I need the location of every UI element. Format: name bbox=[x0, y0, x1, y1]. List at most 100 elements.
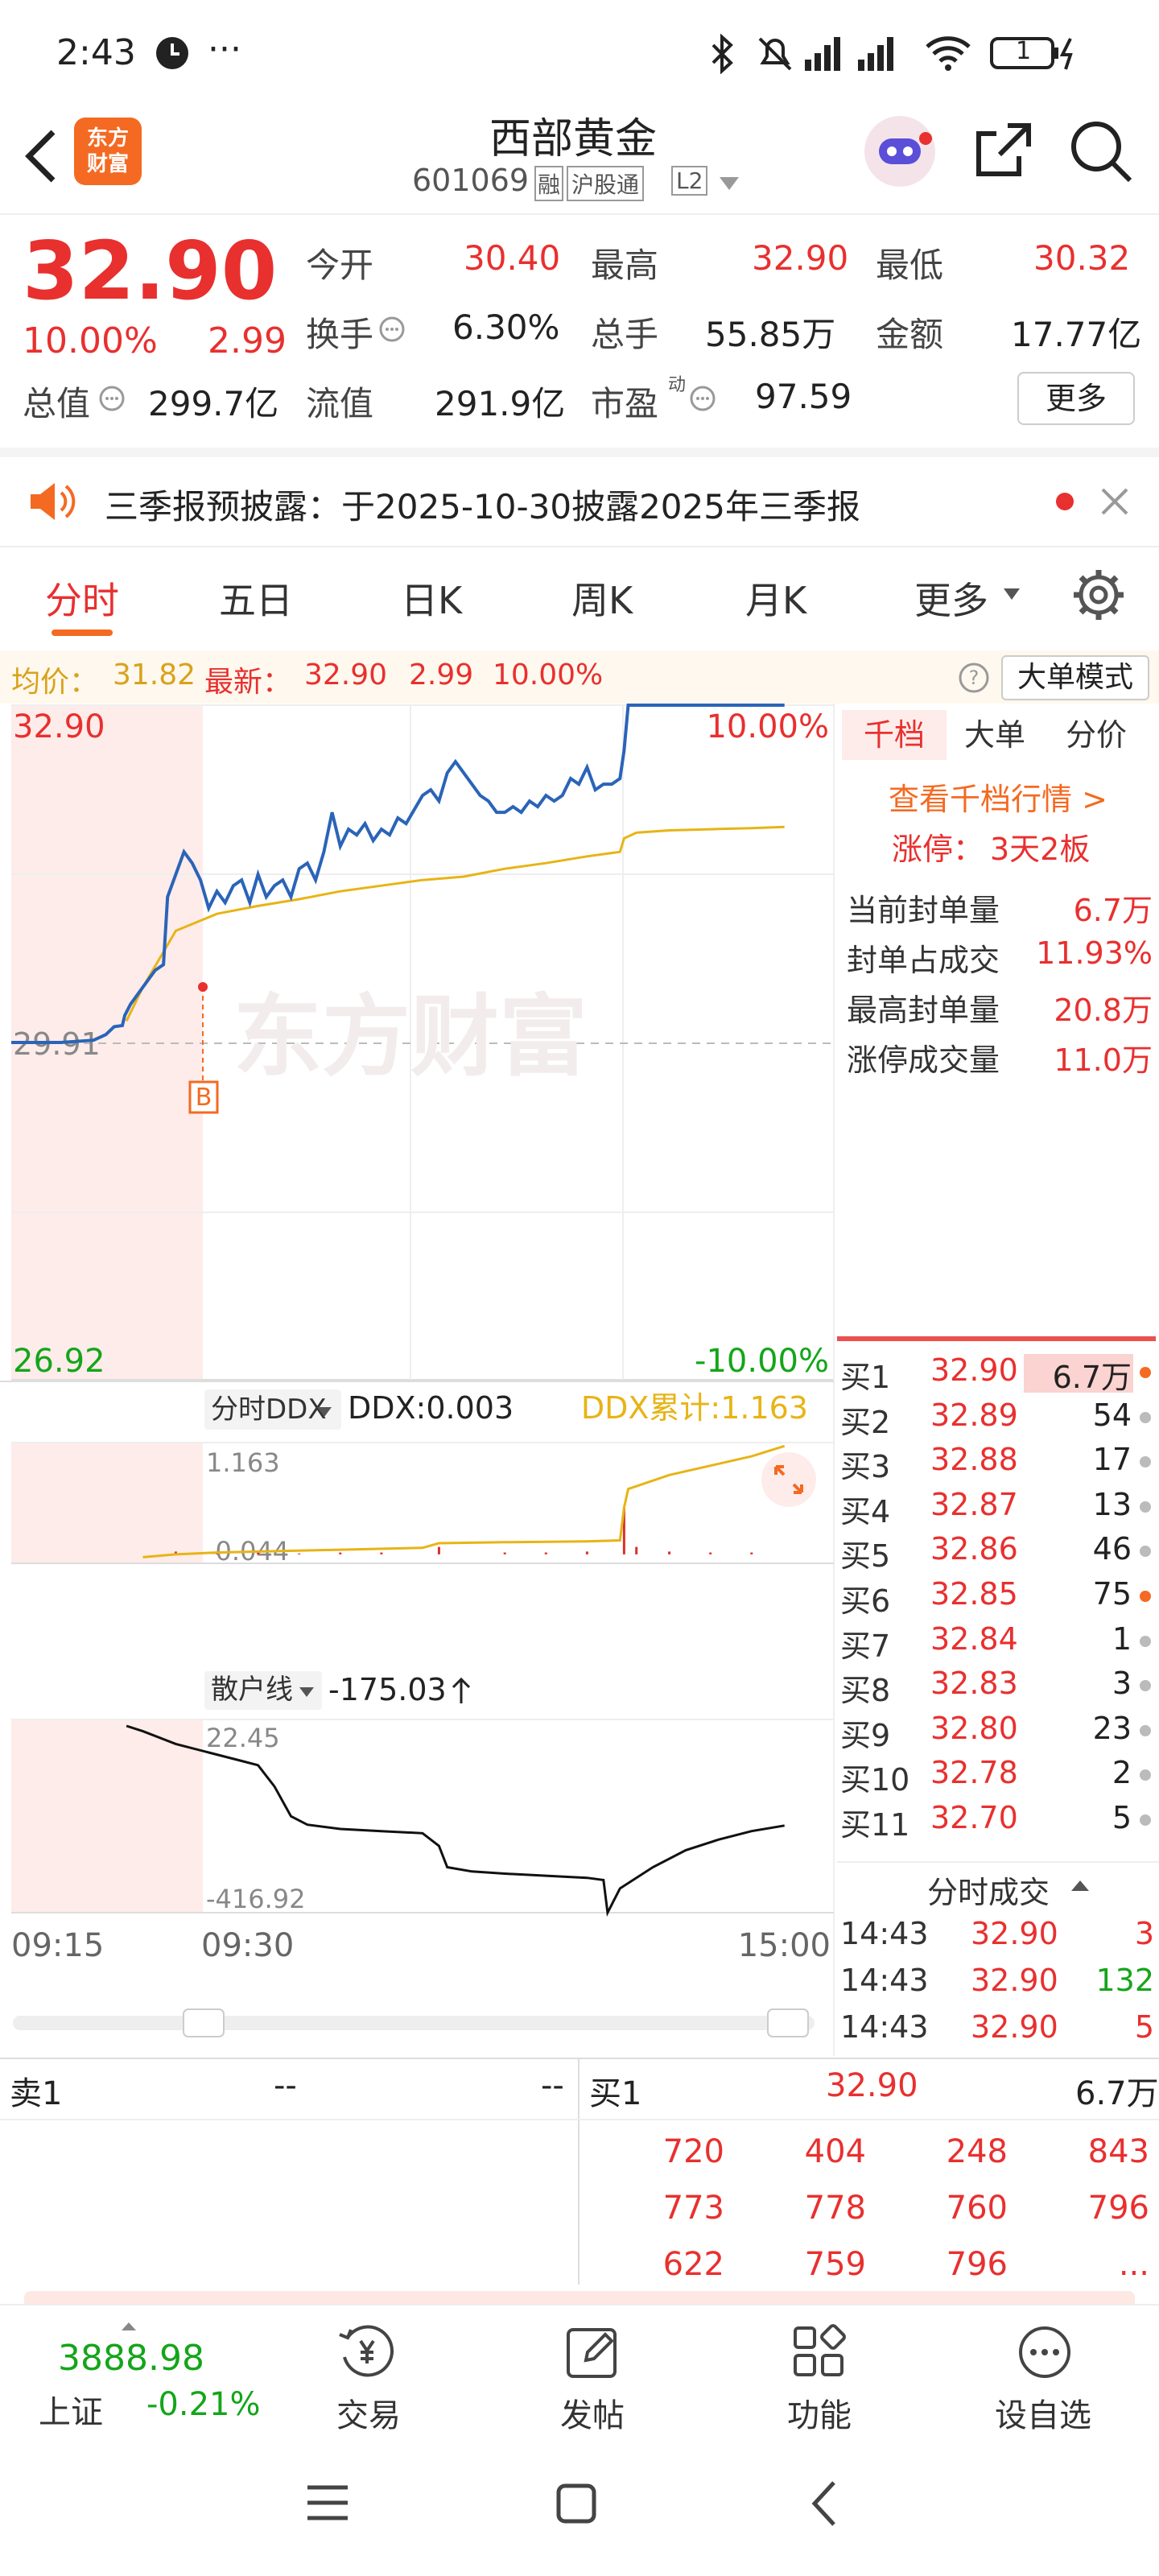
watermark: 东方财富 bbox=[233, 985, 588, 1088]
side-tab-qiandang[interactable]: 千档 bbox=[842, 710, 947, 760]
back-button[interactable] bbox=[21, 124, 61, 188]
info-icon[interactable] bbox=[378, 316, 406, 343]
amount-value: 17.77亿 bbox=[1011, 315, 1142, 354]
back-icon[interactable] bbox=[808, 2479, 840, 2528]
seal-stat-label: 封单占成交 bbox=[847, 943, 1000, 978]
seal-stat-label: 最高封单量 bbox=[847, 993, 1000, 1028]
queue-cell: 796 bbox=[1087, 2190, 1149, 2227]
gear-icon[interactable] bbox=[1072, 568, 1125, 621]
svg-text:?: ? bbox=[969, 667, 980, 689]
turnover-value: 6.30% bbox=[452, 308, 560, 347]
tag-l2: L2 bbox=[671, 166, 708, 196]
y-label-bottom: 26.92 bbox=[13, 1343, 105, 1380]
bid-label: 买10 bbox=[840, 1762, 910, 1798]
menu-icon[interactable] bbox=[306, 2483, 349, 2523]
open-label: 今开 bbox=[306, 246, 374, 285]
latest-pct: 10.00% bbox=[493, 658, 604, 691]
nav-add-watchlist[interactable]: 设自选 bbox=[995, 2389, 1091, 2436]
trade-volume: 5 bbox=[1134, 2009, 1154, 2045]
nav-functions[interactable]: 功能 bbox=[787, 2389, 852, 2436]
trade-time: 14:43 bbox=[840, 1963, 929, 1998]
dropdown-icon[interactable] bbox=[718, 175, 740, 192]
info-icon[interactable] bbox=[98, 385, 126, 412]
big-order-mode-button[interactable]: 大单模式 bbox=[1001, 655, 1149, 700]
bid-label: 买11 bbox=[840, 1807, 910, 1843]
close-icon[interactable] bbox=[1099, 486, 1130, 517]
more-button[interactable]: 更多 bbox=[1017, 372, 1135, 425]
clock-icon bbox=[155, 35, 190, 71]
tab-indicator bbox=[52, 630, 113, 636]
trade-time: 14:43 bbox=[840, 2009, 929, 2045]
intraday-charts[interactable]: 东方财富 32.90 29.91 26.92 10.00% -10.00% B … bbox=[0, 704, 837, 2056]
index-name[interactable]: 上证 bbox=[39, 2386, 103, 2433]
trades-header[interactable]: 分时成交 bbox=[927, 1868, 1050, 1912]
queue-cell: 796 bbox=[946, 2246, 1008, 2283]
queue-cell: 778 bbox=[804, 2190, 866, 2227]
queue-cell: 760 bbox=[946, 2190, 1008, 2227]
open-value: 30.40 bbox=[464, 238, 561, 278]
side-panel: 千档 大单 分价 查看千档行情 > 涨停： 3天2板 当前封单量 6.7万 封单占成… bbox=[837, 704, 1159, 2056]
bid-price: 32.87 bbox=[930, 1486, 1018, 1522]
bid-label: 买7 bbox=[840, 1628, 891, 1664]
search-icon[interactable] bbox=[1067, 118, 1135, 185]
battery-icon bbox=[990, 35, 1079, 71]
grid-apps-icon[interactable] bbox=[790, 2323, 848, 2381]
bid-volume: 13 bbox=[1092, 1486, 1132, 1522]
index-value[interactable]: 3888.98 bbox=[58, 2338, 204, 2379]
chevron-down-icon[interactable] bbox=[1003, 588, 1021, 601]
seal-stat-label: 当前封单量 bbox=[847, 893, 1000, 928]
sell1-vol: -- bbox=[541, 2067, 564, 2104]
tab-monthly-k[interactable]: 月K bbox=[745, 572, 806, 625]
share-icon[interactable] bbox=[971, 119, 1035, 184]
tab-weekly-k[interactable]: 周K bbox=[571, 572, 633, 625]
order-queue: 卖1 -- -- 买1 32.90 6.7万 720 404 248 843 773 77… bbox=[0, 2058, 1159, 2285]
stock-code: 601069 bbox=[412, 163, 530, 198]
y-label-top: 32.90 bbox=[13, 708, 105, 745]
robot-avatar-icon[interactable] bbox=[863, 114, 937, 188]
home-icon[interactable] bbox=[555, 2483, 597, 2524]
signal-icon bbox=[805, 32, 909, 72]
more-circle-icon[interactable] bbox=[1016, 2323, 1074, 2381]
float-label: 流值 bbox=[306, 384, 374, 423]
scroll-track bbox=[13, 2016, 815, 2030]
bid-dot bbox=[1140, 1367, 1151, 1378]
nav-trade[interactable]: 交易 bbox=[336, 2389, 401, 2436]
app-logo: 东方 财富 bbox=[74, 118, 142, 185]
tag-hgt: 沪股通 bbox=[567, 166, 645, 201]
status-time: 2:43 bbox=[56, 32, 136, 73]
system-nav-bar bbox=[0, 2439, 1159, 2576]
bid-dot bbox=[1140, 1814, 1151, 1826]
avg-label: 均价： bbox=[11, 666, 99, 699]
low-label: 最低 bbox=[876, 246, 944, 285]
edit-icon[interactable] bbox=[563, 2323, 621, 2381]
trade-icon[interactable] bbox=[336, 2322, 398, 2383]
bid-dot bbox=[1140, 1724, 1151, 1736]
info-icon[interactable] bbox=[689, 385, 716, 412]
change-percent: 10.00% bbox=[23, 320, 158, 361]
volume-value: 55.85万 bbox=[705, 315, 836, 354]
bid-price: 32.85 bbox=[930, 1576, 1018, 1612]
side-tab-big-order[interactable]: 大单 bbox=[964, 710, 1025, 760]
tab-five-day[interactable]: 五日 bbox=[219, 572, 293, 625]
seal-stat-value: 11.0万 bbox=[1054, 1042, 1153, 1078]
qiandang-link[interactable]: 查看千档行情 > bbox=[889, 774, 1107, 819]
sell1-price: -- bbox=[274, 2067, 297, 2104]
tab-intraday[interactable]: 分时 bbox=[45, 572, 119, 625]
index-pct[interactable]: -0.21% bbox=[146, 2386, 261, 2423]
battery-level: 1 bbox=[1016, 37, 1032, 65]
nav-post[interactable]: 发帖 bbox=[560, 2389, 625, 2436]
buy1-price: 32.90 bbox=[826, 2067, 918, 2104]
volume-label: 总手 bbox=[591, 315, 659, 354]
buy-marker-text: B bbox=[196, 1084, 212, 1112]
retail-label: 散户线 bbox=[211, 1674, 293, 1706]
amount-label: 金额 bbox=[876, 315, 944, 354]
tab-more[interactable]: 更多 bbox=[914, 572, 988, 625]
tab-daily-k[interactable]: 日K bbox=[401, 572, 462, 625]
side-tab-price[interactable]: 分价 bbox=[1066, 710, 1127, 760]
notice-bar[interactable]: 三季报预披露：于2025-10-30披露2025年三季报 bbox=[0, 457, 1159, 546]
help-icon[interactable]: ? bbox=[958, 662, 990, 694]
arrow-up-icon bbox=[452, 1677, 471, 1703]
bid-price: 32.84 bbox=[930, 1620, 1018, 1657]
bid-dot bbox=[1140, 1769, 1151, 1781]
bid-volume: 75 bbox=[1092, 1576, 1132, 1612]
